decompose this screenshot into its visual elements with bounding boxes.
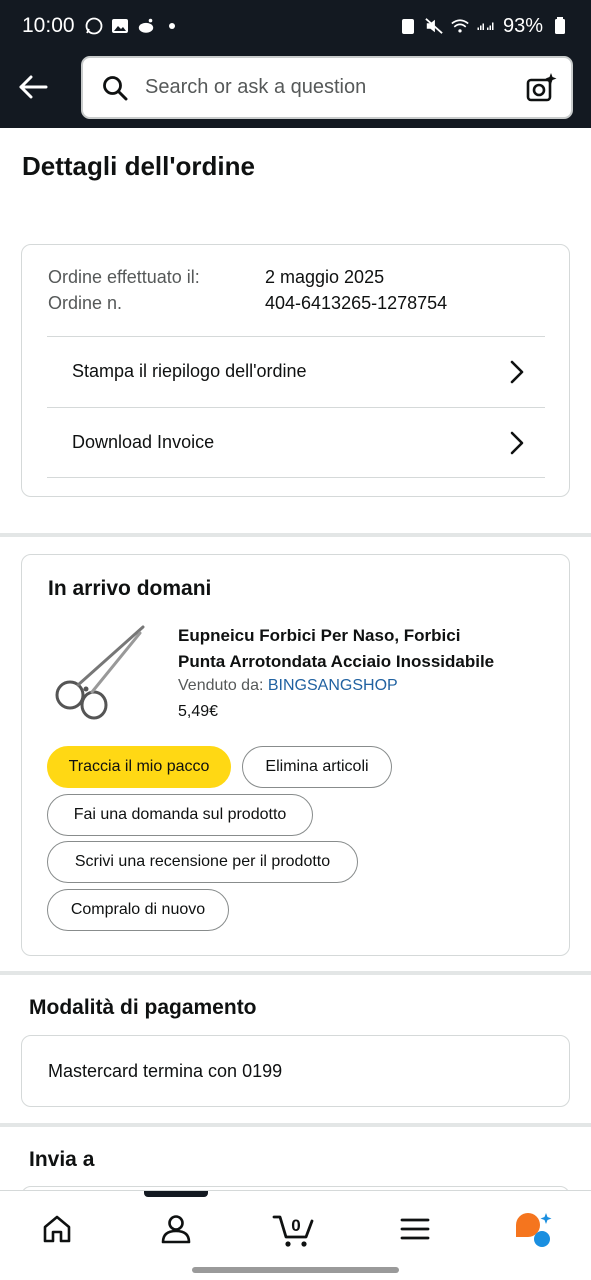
wifi-icon <box>451 17 469 35</box>
chevron-right-icon <box>507 359 527 385</box>
menu-icon[interactable] <box>395 1209 435 1249</box>
account-icon[interactable] <box>156 1209 196 1249</box>
section-divider <box>0 533 591 537</box>
reddit-icon <box>137 17 155 35</box>
seller-link[interactable]: BINGSANGSHOP <box>268 677 398 694</box>
product-title[interactable]: Eupneicu Forbici Per Naso, Forbici Punta… <box>178 623 550 675</box>
chevron-right-icon <box>507 430 527 456</box>
status-time: 10:00 <box>22 14 75 37</box>
delete-items-button[interactable]: Elimina articoli <box>242 746 392 788</box>
product-title-line1: Eupneicu Forbici Per Naso, Forbici <box>178 626 461 645</box>
section-divider <box>0 1123 591 1127</box>
battery-icon <box>551 17 569 35</box>
top-header: Search or ask a question <box>0 52 591 128</box>
search-icon <box>101 74 129 102</box>
bottom-navigation: 0 <box>0 1190 591 1280</box>
system-home-bar[interactable] <box>192 1267 399 1273</box>
payment-method-card: Mastercard termina con 0199 <box>21 1035 570 1107</box>
active-tab-indicator <box>144 1191 208 1197</box>
signal-icon <box>477 17 495 35</box>
mute-icon <box>425 17 443 35</box>
shipment-card: In arrivo domani Eupneicu Forbici Per Na… <box>21 554 570 956</box>
status-bar: 10:00 93% <box>0 0 591 52</box>
product-image[interactable] <box>48 623 148 723</box>
battery-saver-icon <box>399 17 417 35</box>
cart-icon[interactable]: 0 <box>272 1209 316 1249</box>
print-summary-link[interactable]: Stampa il riepilogo dell'ordine <box>47 336 545 406</box>
ship-to-heading: Invia a <box>29 1148 95 1171</box>
download-invoice-label: Download Invoice <box>72 432 215 452</box>
order-number-value: 404-6413265-1278754 <box>265 293 448 313</box>
order-number-label: Ordine n. <box>48 293 123 313</box>
payment-method: Mastercard termina con 0199 <box>48 1060 283 1081</box>
search-input[interactable]: Search or ask a question <box>145 76 366 99</box>
home-icon[interactable] <box>37 1209 77 1249</box>
gallery-icon <box>111 17 129 35</box>
order-placed-value: 2 maggio 2025 <box>265 267 385 287</box>
whatsapp-icon <box>85 17 103 35</box>
page-title: Dettagli dell'ordine <box>22 151 255 181</box>
ask-question-button[interactable]: Fai una domanda sul prodotto <box>47 794 313 836</box>
cart-count: 0 <box>291 1216 300 1235</box>
dot-icon <box>163 17 181 35</box>
order-placed-label: Ordine effettuato il: <box>48 267 200 287</box>
product-title-line2: Punta Arrotondata Acciaio Inossidabile <box>178 652 495 671</box>
back-arrow-icon[interactable] <box>16 70 50 104</box>
camera-search-icon[interactable] <box>525 72 557 104</box>
divider <box>47 477 545 478</box>
rufus-icon[interactable] <box>512 1209 556 1249</box>
print-summary-label: Stampa il riepilogo dell'ordine <box>72 361 307 381</box>
section-divider <box>0 971 591 975</box>
write-review-button[interactable]: Scrivi una recensione per il prodotto <box>47 841 358 883</box>
order-info-card: Ordine effettuato il: 2 maggio 2025 Ordi… <box>21 244 570 497</box>
search-bar[interactable]: Search or ask a question <box>81 56 573 119</box>
download-invoice-link[interactable]: Download Invoice <box>47 407 545 477</box>
shipment-status-heading: In arrivo domani <box>48 577 212 600</box>
track-package-button[interactable]: Traccia il mio pacco <box>47 746 231 788</box>
battery-text: 93% <box>502 14 543 37</box>
product-price: 5,49€ <box>178 703 219 720</box>
buy-again-button[interactable]: Compralo di nuovo <box>47 889 229 931</box>
seller-info: Venduto da: BINGSANGSHOP <box>178 677 398 695</box>
payment-heading: Modalità di pagamento <box>29 996 257 1019</box>
sold-by-label: Venduto da: <box>178 677 264 694</box>
